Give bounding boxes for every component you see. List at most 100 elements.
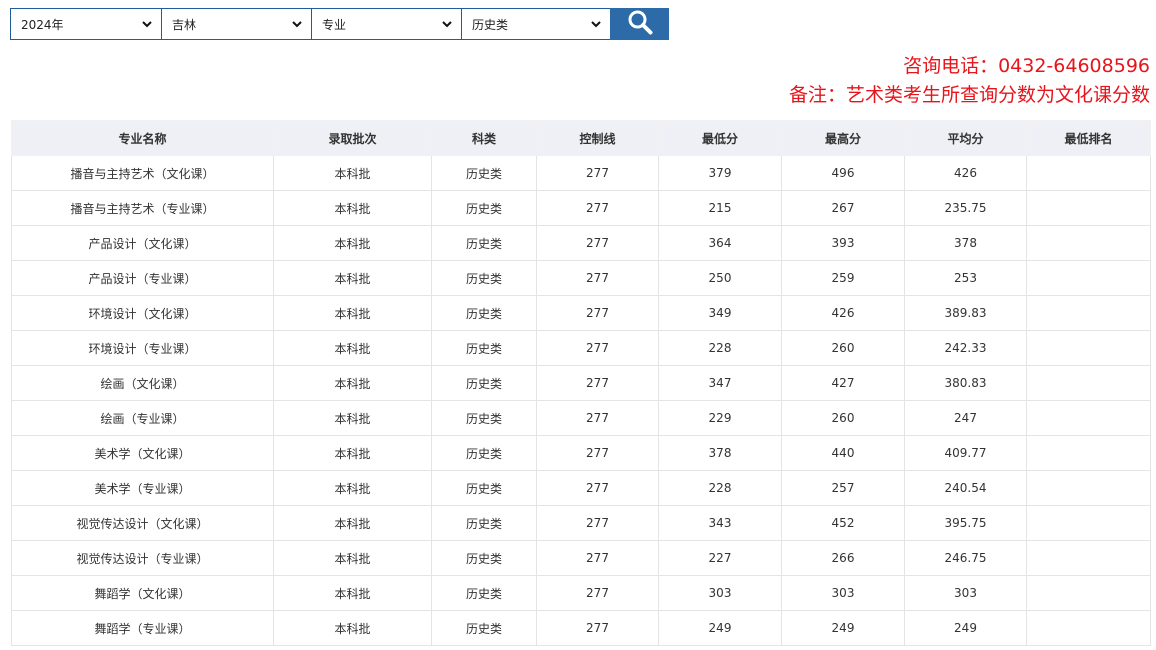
year-select[interactable]: 2024年 <box>10 8 162 40</box>
cell-min-rank <box>1026 330 1151 366</box>
table-row: 绘画（文化课） 本科批 历史类 277 347 427 380.83 <box>11 365 1151 401</box>
chevron-down-icon <box>590 18 602 30</box>
contact-note: 备注：艺术类考生所查询分数为文化课分数 <box>788 84 1150 106</box>
search-icon <box>627 9 653 39</box>
cell-avg-score: 247 <box>904 400 1027 436</box>
cell-min-score: 303 <box>658 575 782 611</box>
cell-control-line: 277 <box>536 295 659 331</box>
search-button[interactable] <box>610 8 669 40</box>
cell-min-rank <box>1026 610 1151 646</box>
cell-avg-score: 426 <box>904 155 1027 191</box>
table-row: 环境设计（专业课） 本科批 历史类 277 228 260 242.33 <box>11 330 1151 366</box>
cell-min-score: 249 <box>658 610 782 646</box>
cell-batch: 本科批 <box>273 225 432 261</box>
cell-min-score: 228 <box>658 470 782 506</box>
cell-control-line: 277 <box>536 155 659 191</box>
cell-control-line: 277 <box>536 400 659 436</box>
cell-category: 历史类 <box>431 470 537 506</box>
cell-category: 历史类 <box>431 225 537 261</box>
cell-control-line: 277 <box>536 540 659 576</box>
province-select-value: 吉林 <box>172 17 197 32</box>
cell-min-rank <box>1026 400 1151 436</box>
cell-max-score: 303 <box>781 575 905 611</box>
cell-batch: 本科批 <box>273 260 432 296</box>
cell-control-line: 277 <box>536 575 659 611</box>
cell-avg-score: 242.33 <box>904 330 1027 366</box>
cell-major-name: 舞蹈学（文化课） <box>11 575 274 611</box>
cell-category: 历史类 <box>431 575 537 611</box>
cell-category: 历史类 <box>431 155 537 191</box>
cell-category: 历史类 <box>431 365 537 401</box>
cell-avg-score: 246.75 <box>904 540 1027 576</box>
cell-major-name: 环境设计（文化课） <box>11 295 274 331</box>
cell-max-score: 426 <box>781 295 905 331</box>
cell-major-name: 美术学（专业课） <box>11 470 274 506</box>
cell-batch: 本科批 <box>273 575 432 611</box>
cell-avg-score: 249 <box>904 610 1027 646</box>
cell-max-score: 496 <box>781 155 905 191</box>
table-row: 视觉传达设计（专业课） 本科批 历史类 277 227 266 246.75 <box>11 540 1151 576</box>
cell-batch: 本科批 <box>273 155 432 191</box>
cell-min-score: 250 <box>658 260 782 296</box>
cell-category: 历史类 <box>431 610 537 646</box>
cell-min-rank <box>1026 260 1151 296</box>
filter-bar: 2024年 吉林 专业 历史类 <box>10 8 669 40</box>
table-row: 舞蹈学（专业课） 本科批 历史类 277 249 249 249 <box>11 610 1151 646</box>
cell-category: 历史类 <box>431 435 537 471</box>
table-row: 播音与主持艺术（文化课） 本科批 历史类 277 379 496 426 <box>11 155 1151 191</box>
cell-max-score: 257 <box>781 470 905 506</box>
cell-min-rank <box>1026 505 1151 541</box>
cell-control-line: 277 <box>536 225 659 261</box>
cell-avg-score: 235.75 <box>904 190 1027 226</box>
cell-max-score: 452 <box>781 505 905 541</box>
cell-min-score: 228 <box>658 330 782 366</box>
cell-min-score: 343 <box>658 505 782 541</box>
cell-avg-score: 240.54 <box>904 470 1027 506</box>
cell-avg-score: 395.75 <box>904 505 1027 541</box>
province-select[interactable]: 吉林 <box>161 8 312 40</box>
cell-control-line: 277 <box>536 365 659 401</box>
cell-max-score: 259 <box>781 260 905 296</box>
subject-select[interactable]: 历史类 <box>461 8 611 40</box>
cell-major-name: 美术学（文化课） <box>11 435 274 471</box>
cell-control-line: 277 <box>536 260 659 296</box>
cell-batch: 本科批 <box>273 435 432 471</box>
table-row: 美术学（专业课） 本科批 历史类 277 228 257 240.54 <box>11 470 1151 506</box>
cell-batch: 本科批 <box>273 190 432 226</box>
type-select[interactable]: 专业 <box>311 8 462 40</box>
cell-min-rank <box>1026 540 1151 576</box>
cell-major-name: 产品设计（文化课） <box>11 225 274 261</box>
header-max-score: 最高分 <box>781 120 905 156</box>
cell-major-name: 播音与主持艺术（文化课） <box>11 155 274 191</box>
header-min-rank: 最低排名 <box>1026 120 1151 156</box>
header-category: 科类 <box>431 120 537 156</box>
cell-category: 历史类 <box>431 190 537 226</box>
cell-batch: 本科批 <box>273 330 432 366</box>
cell-min-score: 227 <box>658 540 782 576</box>
cell-avg-score: 409.77 <box>904 435 1027 471</box>
cell-max-score: 393 <box>781 225 905 261</box>
cell-category: 历史类 <box>431 505 537 541</box>
table-header-row: 专业名称 录取批次 科类 控制线 最低分 最高分 平均分 最低排名 <box>11 120 1151 156</box>
contact-phone: 咨询电话：0432-64608596 <box>903 55 1150 77</box>
table-row: 产品设计（文化课） 本科批 历史类 277 364 393 378 <box>11 225 1151 261</box>
cell-min-score: 378 <box>658 435 782 471</box>
cell-min-score: 379 <box>658 155 782 191</box>
cell-avg-score: 389.83 <box>904 295 1027 331</box>
cell-avg-score: 303 <box>904 575 1027 611</box>
cell-major-name: 环境设计（专业课） <box>11 330 274 366</box>
cell-min-rank <box>1026 470 1151 506</box>
cell-batch: 本科批 <box>273 400 432 436</box>
cell-major-name: 绘画（专业课） <box>11 400 274 436</box>
cell-min-score: 347 <box>658 365 782 401</box>
table-row: 播音与主持艺术（专业课） 本科批 历史类 277 215 267 235.75 <box>11 190 1151 226</box>
cell-category: 历史类 <box>431 295 537 331</box>
results-table: 专业名称 录取批次 科类 控制线 最低分 最高分 平均分 最低排名 播音与主持艺… <box>11 120 1151 646</box>
cell-max-score: 427 <box>781 365 905 401</box>
cell-category: 历史类 <box>431 260 537 296</box>
chevron-down-icon <box>441 18 453 30</box>
cell-batch: 本科批 <box>273 540 432 576</box>
cell-max-score: 249 <box>781 610 905 646</box>
cell-min-rank <box>1026 295 1151 331</box>
table-row: 绘画（专业课） 本科批 历史类 277 229 260 247 <box>11 400 1151 436</box>
